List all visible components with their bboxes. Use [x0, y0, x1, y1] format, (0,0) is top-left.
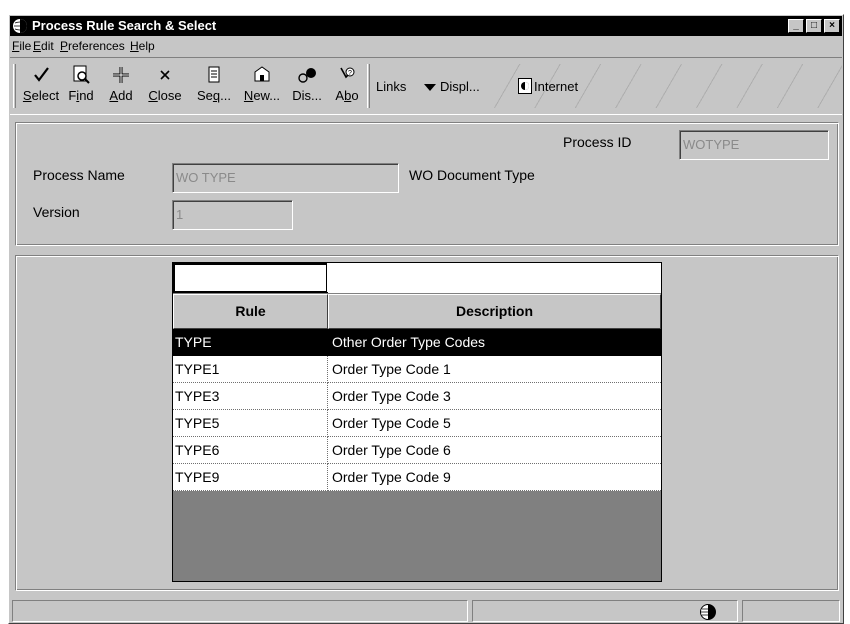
- rule-cell: TYPE3: [173, 383, 328, 410]
- close-label: Close: [148, 88, 182, 103]
- table-row[interactable]: TYPE6 Order Type Code 6: [173, 437, 661, 464]
- menu-help-label: elp: [138, 39, 155, 53]
- qbe-description-input[interactable]: [328, 263, 661, 293]
- new-button[interactable]: New...: [239, 62, 285, 110]
- about-label: Abo: [335, 88, 359, 103]
- display-icon: [298, 68, 316, 83]
- dropdown-arrow-icon[interactable]: [423, 83, 437, 92]
- status-pane-message: [12, 600, 468, 622]
- display-label: Dis...: [292, 88, 322, 103]
- menu-help[interactable]: Help: [130, 39, 155, 53]
- sequence-button[interactable]: Seq...: [192, 62, 236, 110]
- select-button[interactable]: Select: [20, 62, 62, 110]
- toolbar-grip-2[interactable]: [367, 64, 370, 108]
- menu-edit[interactable]: Edit: [33, 39, 54, 53]
- maximize-button[interactable]: □: [806, 19, 822, 33]
- process-name-field[interactable]: WO TYPE: [172, 163, 399, 193]
- grid-header: Rule Description: [173, 294, 661, 329]
- description-cell: Order Type Code 1: [328, 356, 661, 383]
- menu-file-label: ile: [19, 39, 32, 53]
- process-name-label: Process Name: [33, 167, 125, 183]
- display-menu[interactable]: Displ...: [440, 79, 480, 94]
- table-row[interactable]: TYPE9 Order Type Code 9: [173, 464, 661, 491]
- find-button[interactable]: Find: [64, 62, 98, 110]
- rule-cell: TYPE: [173, 329, 328, 356]
- links-menu[interactable]: Links: [376, 79, 406, 94]
- add-button[interactable]: Add: [104, 62, 138, 110]
- qbe-rule-input[interactable]: [173, 263, 327, 293]
- process-id-label: Process ID: [563, 134, 632, 150]
- new-icon: [254, 66, 270, 82]
- find-icon: [73, 65, 90, 84]
- toolbar: Select Find Add Close Seq... New... Dis.…: [10, 57, 842, 115]
- menu-preferences[interactable]: Preferences: [60, 39, 125, 53]
- description-cell: Order Type Code 9: [328, 464, 661, 491]
- add-icon: [113, 67, 129, 83]
- process-rule-window: Process Rule Search & Select _ □ × File …: [8, 14, 844, 624]
- description-cell: Order Type Code 6: [328, 437, 661, 464]
- title-bar[interactable]: Process Rule Search & Select _ □ ×: [10, 16, 842, 36]
- find-label: Find: [68, 88, 94, 103]
- process-id-field[interactable]: WOTYPE: [679, 130, 829, 160]
- menu-edit-label: dit: [41, 39, 54, 53]
- new-label: New...: [243, 88, 281, 103]
- rule-cell: TYPE5: [173, 410, 328, 437]
- svg-text:?: ?: [348, 70, 352, 77]
- rules-grid: Rule Description TYPE Other Order Type C…: [172, 262, 662, 582]
- version-field[interactable]: 1: [172, 200, 293, 230]
- table-row[interactable]: TYPE3 Order Type Code 3: [173, 383, 661, 410]
- query-by-example-row: [173, 263, 661, 293]
- app-globe-icon: [13, 19, 27, 33]
- sequence-label: Seq...: [197, 88, 231, 103]
- close-window-button[interactable]: ×: [824, 19, 840, 33]
- rule-cell: TYPE6: [173, 437, 328, 464]
- about-icon: ?: [340, 67, 355, 79]
- column-header-rule[interactable]: Rule: [173, 294, 328, 329]
- internet-icon[interactable]: [518, 78, 532, 94]
- menu-file[interactable]: File: [12, 39, 31, 53]
- internet-link[interactable]: Internet: [534, 79, 578, 94]
- menu-help-mnemonic: H: [130, 39, 139, 53]
- description-cell: Order Type Code 3: [328, 383, 661, 410]
- process-name-description: WO Document Type: [409, 167, 535, 183]
- rule-cell: TYPE1: [173, 356, 328, 383]
- description-cell: Other Order Type Codes: [328, 329, 661, 356]
- menu-preferences-mnemonic: P: [60, 39, 69, 53]
- description-cell: Order Type Code 5: [328, 410, 661, 437]
- close-button[interactable]: Close: [142, 62, 188, 110]
- version-label: Version: [33, 204, 80, 220]
- window-title: Process Rule Search & Select: [32, 18, 217, 33]
- menu-edit-mnemonic: E: [33, 39, 42, 53]
- sequence-icon: [208, 66, 220, 83]
- menu-preferences-label: references: [68, 39, 125, 53]
- select-label: Select: [22, 88, 60, 103]
- minimize-button[interactable]: _: [788, 19, 804, 33]
- column-header-description[interactable]: Description: [328, 294, 661, 329]
- table-row[interactable]: TYPE1 Order Type Code 1: [173, 356, 661, 383]
- checkmark-icon: [34, 67, 49, 82]
- toolbar-grip[interactable]: [13, 64, 16, 108]
- connection-globe-icon: [700, 604, 716, 620]
- status-bar: [10, 598, 842, 624]
- status-pane-extra: [742, 600, 840, 622]
- display-button[interactable]: Dis...: [286, 62, 328, 110]
- table-row-selected[interactable]: TYPE Other Order Type Codes: [173, 329, 661, 356]
- table-row[interactable]: TYPE5 Order Type Code 5: [173, 410, 661, 437]
- header-panel: Process ID WOTYPE Process Name WO TYPE W…: [15, 122, 839, 246]
- rule-cell: TYPE9: [173, 464, 328, 491]
- about-button[interactable]: ? Abo: [330, 62, 364, 110]
- close-x-icon: [160, 70, 170, 80]
- add-label: Add: [109, 88, 133, 103]
- menu-bar: File Edit Preferences Help: [10, 37, 842, 55]
